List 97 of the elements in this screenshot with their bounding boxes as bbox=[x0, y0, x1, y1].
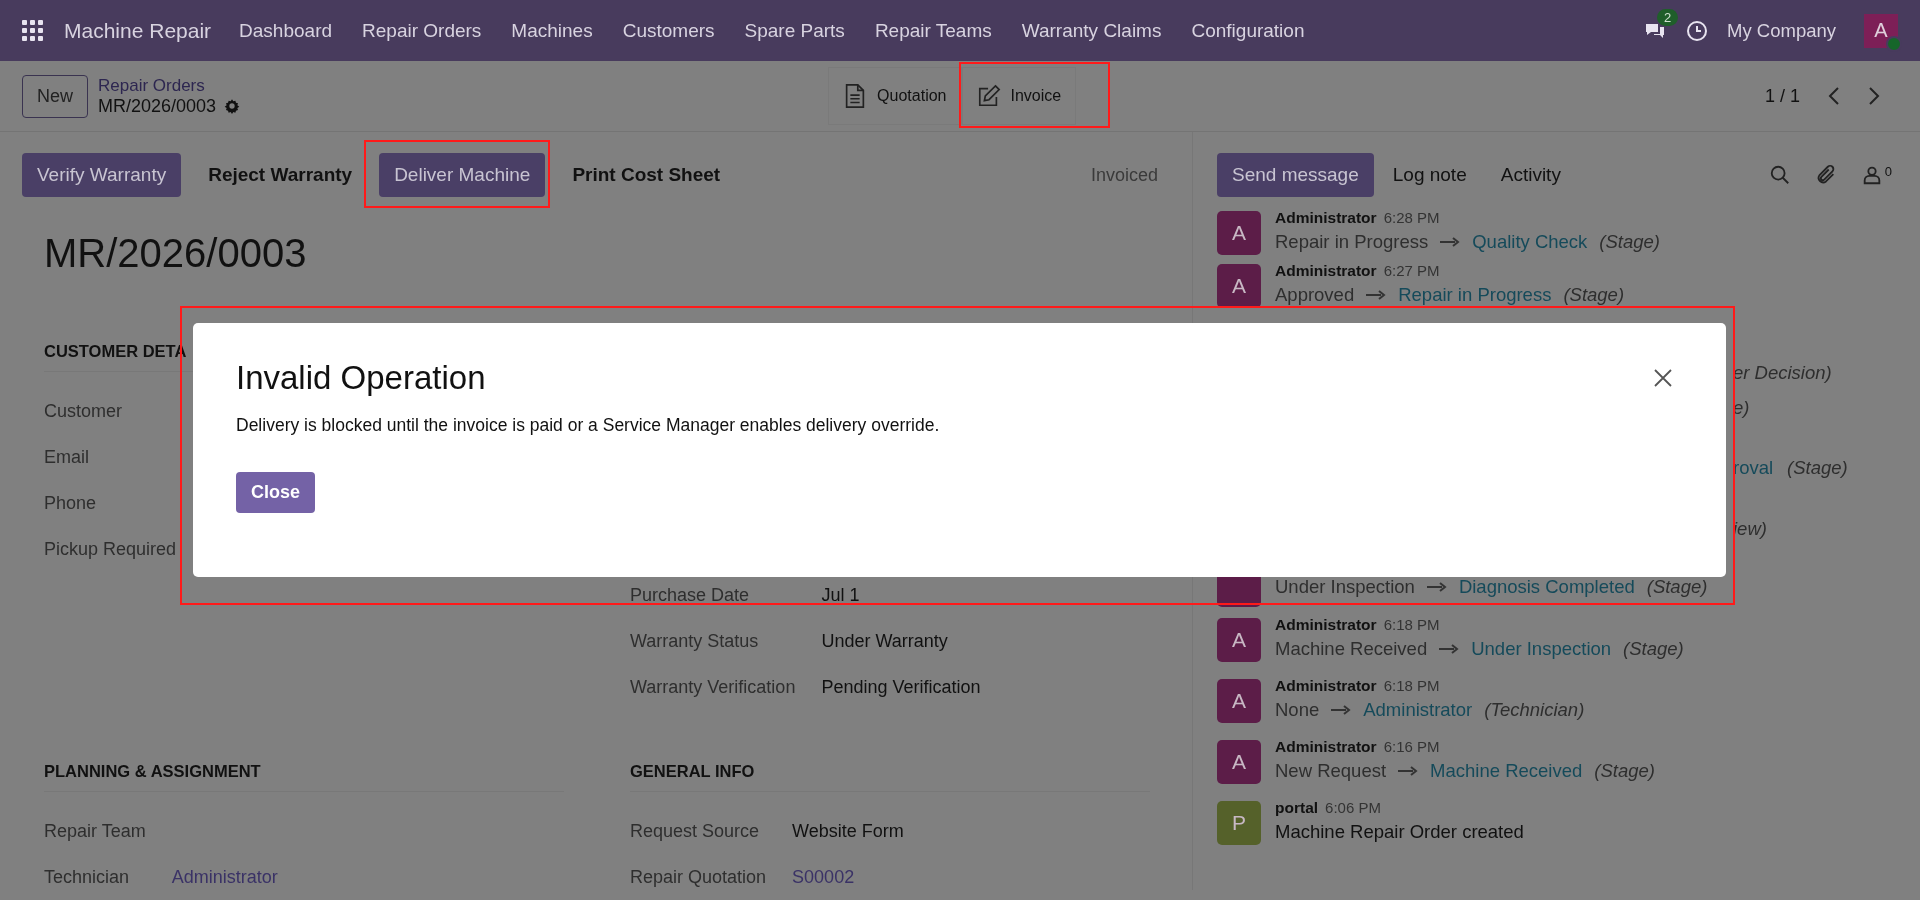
menu-item[interactable]: Machines bbox=[511, 19, 593, 42]
action-button[interactable]: Verify Warranty bbox=[22, 153, 182, 197]
new-value[interactable]: Diagnosis Completed bbox=[1458, 575, 1635, 599]
next-icon[interactable] bbox=[1868, 86, 1880, 106]
message-author[interactable]: Administrator bbox=[1275, 738, 1377, 756]
action-button[interactable]: Deliver Machine bbox=[379, 153, 546, 197]
author-avatar[interactable]: A bbox=[1217, 264, 1261, 308]
new-value[interactable]: Under Inspection bbox=[1471, 637, 1612, 661]
old-value: Machine Received bbox=[1275, 637, 1428, 661]
message-author[interactable]: portal bbox=[1275, 799, 1319, 817]
message-time: 6:27 PM bbox=[1383, 262, 1440, 279]
message-author[interactable]: Administrator bbox=[1275, 209, 1377, 227]
field-label: Technician bbox=[44, 866, 131, 889]
field-name: (Technician) bbox=[1484, 698, 1585, 722]
field-label: Repair Team bbox=[44, 820, 146, 843]
dialog-message: Delivery is blocked until the invoice is paid or a Service Manager enables delivery override. bbox=[236, 415, 941, 436]
field-value: Pending Verification bbox=[821, 676, 982, 699]
clock-icon[interactable] bbox=[1685, 18, 1709, 43]
app-name[interactable]: Machine Repair bbox=[64, 18, 212, 43]
gear-icon[interactable] bbox=[224, 98, 241, 114]
field-value[interactable]: Administrator bbox=[171, 864, 630, 890]
record-title: MR/2026/0003 bbox=[44, 231, 308, 276]
arrow-icon bbox=[1398, 766, 1419, 776]
arrow-icon bbox=[1440, 237, 1461, 247]
arrow-icon bbox=[1439, 644, 1460, 654]
menu-item[interactable]: Configuration bbox=[1191, 19, 1305, 42]
close-button[interactable]: Close bbox=[236, 472, 316, 513]
old-value: New Request bbox=[1275, 759, 1387, 783]
message-time: 6:18 PM bbox=[1383, 616, 1440, 633]
previous-icon[interactable] bbox=[1828, 86, 1840, 106]
new-value[interactable]: Machine Received bbox=[1430, 759, 1583, 783]
menu-item[interactable]: Spare Parts bbox=[744, 19, 845, 42]
field-label: Warranty Verification bbox=[630, 676, 796, 699]
pager-counter[interactable]: 1 / 1 bbox=[1764, 85, 1800, 107]
field-label: Warranty Status bbox=[630, 630, 760, 653]
user-avatar[interactable]: A bbox=[1864, 13, 1898, 48]
section-heading: GENERAL INFO bbox=[630, 762, 1150, 792]
old-value: Repair in Progress bbox=[1275, 230, 1429, 254]
arrow-icon bbox=[1331, 705, 1352, 715]
breadcrumb-link[interactable]: Repair Orders bbox=[98, 75, 241, 96]
field-name: (Stage) bbox=[1623, 637, 1684, 661]
menu-item[interactable]: Customers bbox=[622, 19, 715, 42]
message-time: 6:06 PM bbox=[1325, 799, 1381, 816]
status-stage[interactable]: Invoiced bbox=[1090, 164, 1158, 186]
field-name: (Stage) bbox=[1563, 283, 1625, 307]
field-name: (Stage) bbox=[1599, 230, 1661, 254]
field-label: Repair Quotation bbox=[630, 866, 767, 889]
section-heading: PLANNING & ASSIGNMENT bbox=[44, 762, 564, 792]
follower-count[interactable]: 0 bbox=[1884, 164, 1892, 179]
close-icon[interactable] bbox=[1653, 368, 1673, 388]
field-label: Customer bbox=[44, 400, 124, 423]
author-avatar[interactable]: A bbox=[1217, 211, 1261, 255]
field-name: (Stage) bbox=[1646, 575, 1708, 599]
smart-button[interactable]: Quotation bbox=[828, 67, 962, 125]
field-value: Jul 1 bbox=[821, 584, 861, 607]
apps-grid-icon[interactable] bbox=[22, 19, 44, 42]
arrow-icon bbox=[1426, 582, 1447, 592]
author-avatar[interactable]: A bbox=[1217, 618, 1261, 662]
menu-item[interactable]: Repair Orders bbox=[362, 19, 482, 42]
field-label: Request Source bbox=[630, 820, 761, 843]
smart-button[interactable]: Invoice bbox=[961, 67, 1077, 125]
company-switcher[interactable]: My Company bbox=[1727, 19, 1836, 42]
message-time: 6:28 PM bbox=[1383, 209, 1440, 226]
message-time: 6:18 PM bbox=[1383, 677, 1440, 694]
field-label: Phone bbox=[44, 492, 98, 515]
menu-item[interactable]: Repair Teams bbox=[874, 19, 992, 42]
field-name: (Stage) bbox=[1787, 456, 1848, 480]
new-value[interactable]: Administrator bbox=[1363, 698, 1473, 722]
pencil-square-icon bbox=[976, 83, 1001, 109]
new-button[interactable]: New bbox=[22, 74, 88, 118]
field-name: (Stage) bbox=[1594, 759, 1655, 783]
message-author[interactable]: Administrator bbox=[1275, 616, 1377, 634]
author-avatar[interactable]: A bbox=[1217, 740, 1261, 784]
message-time: 6:16 PM bbox=[1383, 738, 1440, 755]
arrow-icon bbox=[1366, 290, 1387, 300]
author-avatar[interactable]: A bbox=[1217, 679, 1261, 723]
field-value[interactable]: S00002 bbox=[792, 864, 1190, 890]
field-value: Under Warranty bbox=[821, 630, 949, 653]
search-icon[interactable] bbox=[1768, 164, 1791, 186]
record-name: MR/2026/0003 bbox=[98, 95, 217, 117]
menu-item[interactable]: Warranty Claims bbox=[1021, 19, 1162, 42]
message-author[interactable]: Administrator bbox=[1275, 677, 1377, 695]
old-value: Approved bbox=[1275, 283, 1355, 307]
old-value: Under Inspection bbox=[1275, 575, 1415, 599]
message-text: Machine Repair Order created bbox=[1275, 820, 1524, 844]
field-label: Purchase Date bbox=[630, 584, 751, 607]
author-avatar[interactable]: P bbox=[1217, 801, 1261, 845]
chatter-button[interactable]: Send message bbox=[1217, 153, 1374, 197]
message-author[interactable]: Administrator bbox=[1275, 262, 1377, 280]
new-value[interactable]: Quality Check bbox=[1472, 230, 1588, 254]
field-label: Pickup Required bbox=[44, 538, 177, 561]
field-label: Email bbox=[44, 446, 90, 469]
new-value[interactable]: Repair in Progress bbox=[1398, 283, 1552, 307]
field-value: Website Form bbox=[792, 820, 905, 843]
menu-item[interactable]: Dashboard bbox=[239, 19, 333, 42]
old-value: None bbox=[1275, 698, 1320, 722]
message-count-badge: 2 bbox=[1657, 8, 1679, 26]
